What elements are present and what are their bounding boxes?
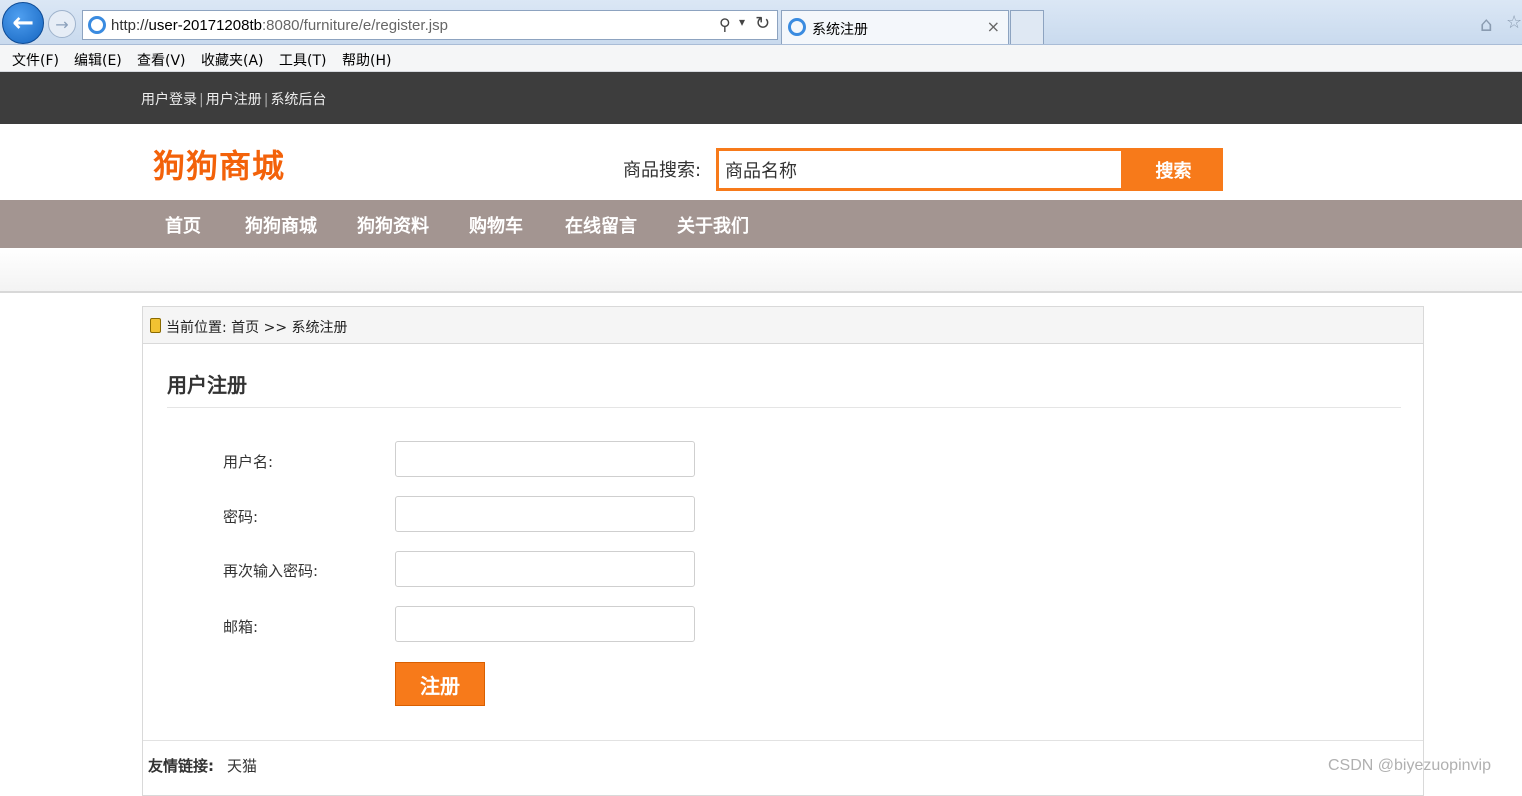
home-icon[interactable]: ⌂ — [1480, 12, 1493, 36]
menu-bar: 文件(F) 编辑(E) 查看(V) 收藏夹(A) 工具(T) 帮助(H) — [0, 45, 1522, 72]
username-field[interactable] — [395, 441, 695, 477]
search-input[interactable] — [719, 151, 1121, 188]
breadcrumb-text: 当前位置: 首页 >> 系统注册 — [166, 320, 348, 336]
nav-cart[interactable]: 购物车 — [469, 212, 523, 238]
register-panel: 当前位置: 首页 >> 系统注册 用户注册 用户名: 密码: 再次输入密码: 邮… — [142, 306, 1424, 796]
url-host: user-20171208tb — [148, 17, 262, 34]
forward-arrow-icon[interactable]: → — [48, 10, 76, 38]
ie-icon — [88, 16, 106, 34]
username-label: 用户名: — [223, 453, 274, 471]
email-label: 邮箱: — [223, 618, 259, 636]
search-icon[interactable]: ⚲ — [719, 15, 731, 34]
ie-icon — [788, 18, 806, 36]
nav-about[interactable]: 关于我们 — [677, 212, 749, 238]
main-nav: 首页 狗狗商城 狗狗资料 购物车 在线留言 关于我们 — [0, 200, 1522, 248]
register-link[interactable]: 用户注册 — [206, 92, 262, 108]
browser-tab[interactable]: 系统注册 × — [781, 10, 1009, 44]
url-path: :8080/furniture/e/register.jsp — [261, 17, 448, 34]
nav-message[interactable]: 在线留言 — [565, 212, 637, 238]
nav-home[interactable]: 首页 — [165, 212, 201, 238]
url-text[interactable]: http://user-20171208tb:8080/furniture/e/… — [111, 17, 448, 34]
divider — [143, 740, 1423, 741]
site-logo[interactable]: 狗狗商城 — [153, 141, 285, 187]
tab-title: 系统注册 — [812, 22, 868, 38]
favorites-star-icon[interactable]: ☆ — [1506, 12, 1522, 33]
search-box — [716, 148, 1124, 191]
browser-titlebar: ← → http://user-20171208tb:8080/furnitur… — [0, 0, 1522, 45]
close-icon[interactable]: × — [987, 17, 1000, 36]
top-links: 用户登录 | 用户注册 | 系统后台 — [141, 89, 326, 109]
url-prefix: http:// — [111, 17, 149, 34]
search-button[interactable]: 搜索 — [1124, 148, 1223, 191]
dropdown-icon[interactable]: ▾ — [739, 15, 745, 29]
menu-view[interactable]: 查看(V) — [137, 50, 186, 70]
friend-link-tmall[interactable]: 天猫 — [227, 755, 257, 776]
email-field[interactable] — [395, 606, 695, 642]
login-link[interactable]: 用户登录 — [141, 92, 197, 108]
separator: | — [263, 92, 269, 108]
confirm-password-field[interactable] — [395, 551, 695, 587]
breadcrumb: 当前位置: 首页 >> 系统注册 — [143, 307, 1423, 344]
menu-help[interactable]: 帮助(H) — [342, 50, 391, 70]
watermark: CSDN @biyezuopinvip — [1328, 757, 1491, 774]
divider — [167, 407, 1401, 408]
separator: | — [199, 92, 204, 108]
password-field[interactable] — [395, 496, 695, 532]
page-title: 用户注册 — [167, 373, 247, 397]
confirm-password-label: 再次输入密码: — [223, 562, 319, 580]
location-icon — [150, 318, 161, 333]
nav-shop[interactable]: 狗狗商城 — [245, 212, 317, 238]
menu-file[interactable]: 文件(F) — [12, 50, 59, 70]
admin-link[interactable]: 系统后台 — [270, 92, 326, 108]
back-arrow-icon[interactable]: ← — [2, 2, 44, 44]
menu-favorites[interactable]: 收藏夹(A) — [201, 50, 264, 70]
register-button[interactable]: 注册 — [395, 662, 485, 706]
refresh-icon[interactable]: ↻ — [755, 13, 770, 34]
site-topbar: 用户登录 | 用户注册 | 系统后台 — [0, 72, 1522, 124]
search-label: 商品搜索: — [623, 160, 702, 181]
address-bar[interactable]: http://user-20171208tb:8080/furniture/e/… — [82, 10, 778, 40]
menu-edit[interactable]: 编辑(E) — [74, 50, 122, 70]
sub-band — [0, 248, 1522, 293]
nav-dog-info[interactable]: 狗狗资料 — [357, 212, 429, 238]
new-tab-button[interactable] — [1010, 10, 1044, 44]
password-label: 密码: — [223, 508, 259, 526]
friend-links-label: 友情链接: — [148, 757, 214, 775]
menu-tools[interactable]: 工具(T) — [279, 50, 326, 70]
